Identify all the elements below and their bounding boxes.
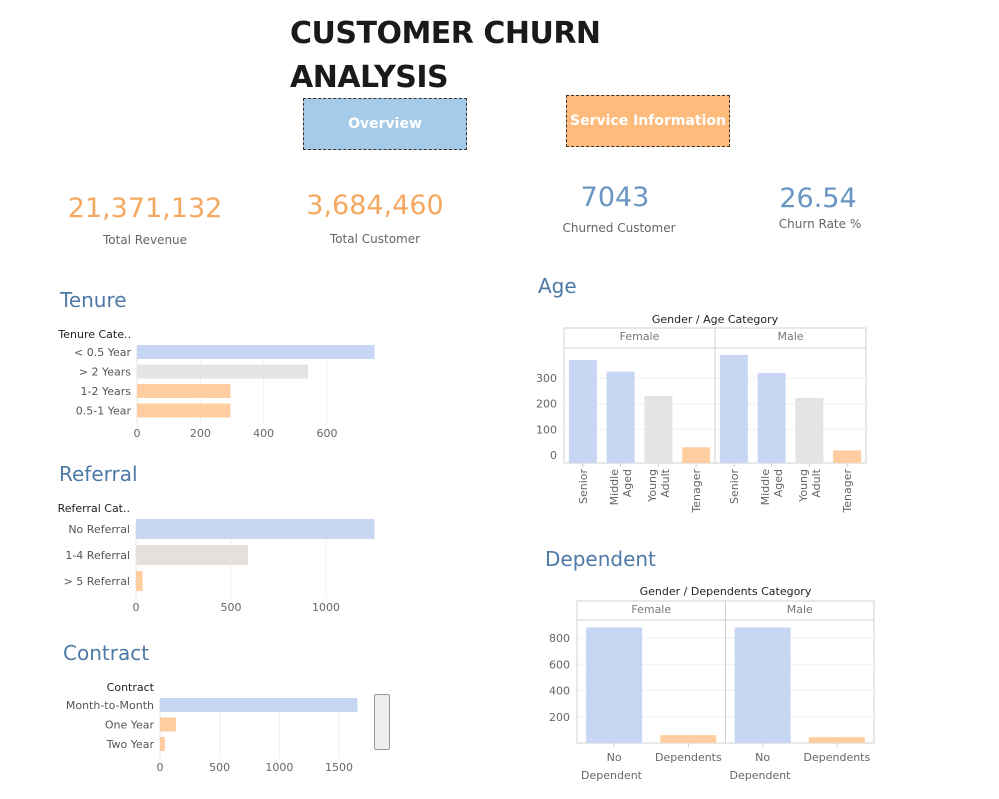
bar: [833, 450, 862, 463]
bar: [719, 354, 748, 463]
panel-label: Male: [777, 330, 803, 343]
y-tick-label: 600: [549, 658, 570, 671]
x-tick-label: Senior: [728, 469, 741, 505]
x-tick-label: Senior: [577, 469, 590, 505]
x-tick-label: No: [755, 751, 770, 764]
bar: [136, 545, 249, 565]
bar: [660, 735, 717, 743]
category-label: Two Year: [106, 738, 155, 751]
y-tick-label: 200: [549, 711, 570, 724]
bar: [606, 371, 635, 463]
x-tick-label: Dependent: [581, 769, 643, 782]
x-tick-label: Young: [646, 469, 659, 503]
bar: [795, 398, 824, 463]
x-tick-label: Dependent: [730, 769, 792, 782]
bar: [757, 372, 786, 463]
x-tick-label: 500: [221, 601, 242, 614]
dependent-chart: Gender / Dependents Category 200 400 600 800…: [549, 585, 875, 782]
y-tick-label: 200: [536, 398, 557, 411]
bar: [136, 519, 375, 539]
x-tick-label: 400: [253, 427, 274, 440]
y-tick-label: 0: [550, 449, 557, 462]
bar: [137, 364, 308, 379]
charts-canvas: Tenure Cate.. 0 200 400 600 < 0.5 Year > 2 Yea…: [57, 313, 875, 782]
x-tick-label: 1500: [325, 761, 353, 774]
field-label: Referral Cat..: [58, 502, 130, 515]
category-label: No Referral: [68, 523, 130, 536]
chart-title: Gender / Dependents Category: [640, 585, 812, 598]
bar: [160, 698, 358, 712]
x-tick-label: Middle: [608, 469, 621, 506]
x-tick-label: No: [607, 751, 622, 764]
x-tick-label: Aged: [772, 469, 785, 497]
category-label: < 0.5 Year: [74, 346, 131, 359]
y-tick-label: 100: [536, 423, 557, 436]
age-chart: Gender / Age Category 0 100 200 300 Female Sen…: [536, 313, 867, 514]
bar: [136, 571, 143, 591]
bar: [586, 627, 643, 743]
category-label: Month-to-Month: [66, 699, 154, 712]
x-tick-label: 0: [157, 761, 164, 774]
x-tick-label: Adult: [810, 468, 823, 497]
bar: [682, 447, 711, 463]
x-tick-label: 600: [317, 427, 338, 440]
category-label: 0.5-1 Year: [76, 405, 132, 418]
tenure-chart: Tenure Cate.. 0 200 400 600 < 0.5 Year > 2 Yea…: [57, 328, 375, 440]
bar: [644, 395, 673, 463]
category-label: 1-2 Years: [81, 385, 132, 398]
bar: [568, 360, 597, 463]
panel-label: Male: [787, 603, 813, 616]
bar: [734, 627, 791, 743]
bar: [137, 384, 231, 398]
x-tick-label: 0: [133, 601, 140, 614]
chart-title: Gender / Age Category: [652, 313, 779, 326]
panel-label: Female: [620, 330, 660, 343]
category-label: > 5 Referral: [64, 575, 130, 588]
x-tick-label: 0: [134, 427, 141, 440]
bar: [160, 717, 177, 732]
x-tick-label: Dependents: [655, 751, 722, 764]
x-tick-label: Aged: [621, 469, 634, 497]
x-tick-label: 500: [209, 761, 230, 774]
category-label: One Year: [105, 719, 155, 732]
x-tick-label: 200: [190, 427, 211, 440]
y-tick-label: 800: [549, 632, 570, 645]
y-tick-label: 400: [549, 685, 570, 698]
x-tick-label: Tenager: [841, 469, 854, 514]
contract-chart: Contract 0 500 1000 1500 Month-to-Month One Ye…: [66, 681, 358, 774]
bar: [137, 403, 231, 418]
x-tick-label: Tenager: [690, 469, 703, 514]
x-tick-label: 1000: [265, 761, 293, 774]
y-tick-label: 300: [536, 372, 557, 385]
x-tick-label: Dependents: [804, 751, 871, 764]
field-label: Tenure Cate..: [57, 328, 131, 341]
contract-scrollbar[interactable]: [374, 694, 390, 750]
category-label: > 2 Years: [79, 366, 131, 379]
panel-label: Female: [631, 603, 671, 616]
field-label: Contract: [107, 681, 155, 694]
bar: [137, 345, 375, 359]
bar: [808, 737, 865, 743]
bar: [160, 737, 165, 751]
x-tick-label: Young: [797, 469, 810, 503]
referral-chart: Referral Cat.. 0 500 1000 No Referral 1-4 Ref…: [58, 502, 375, 614]
category-label: 1-4 Referral: [65, 549, 130, 562]
x-tick-label: Middle: [759, 469, 772, 506]
x-tick-label: Adult: [659, 468, 672, 497]
x-tick-label: 1000: [312, 601, 340, 614]
